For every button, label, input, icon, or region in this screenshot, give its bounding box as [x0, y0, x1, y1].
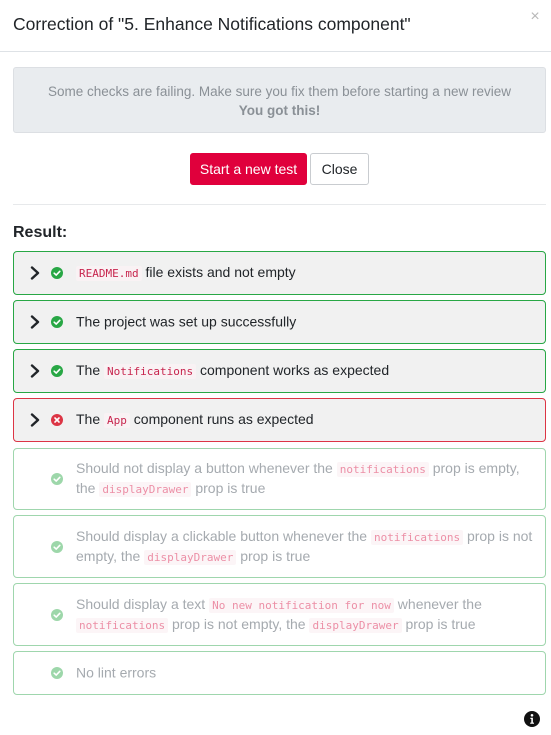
check-circle-icon — [51, 316, 63, 328]
check-row-readme[interactable]: README.md file exists and not empty — [13, 251, 546, 295]
alert-message: Some checks are failing. Make sure you f… — [48, 84, 511, 99]
times-circle-icon — [51, 414, 63, 426]
inline-code: Notifications — [104, 364, 197, 379]
check-row-notifications[interactable]: The Notifications component works as exp… — [13, 349, 546, 393]
modal-header: Correction of "5. Enhance Notifications … — [0, 0, 551, 52]
inline-code: README.md — [76, 266, 142, 281]
inline-code: notifications — [370, 529, 464, 545]
failing-checks-alert: Some checks are failing. Make sure you f… — [13, 67, 546, 133]
alert-emphasis: You got this! — [238, 103, 321, 118]
check-circle-icon — [51, 667, 63, 679]
subcheck-row: Should display a text No new notificatio… — [13, 583, 546, 646]
chevron-right-icon[interactable] — [29, 413, 41, 427]
check-circle-icon — [51, 608, 63, 621]
inline-code: displayDrawer — [99, 482, 192, 497]
check-label: README.md file exists and not empty — [76, 263, 533, 283]
close-button[interactable]: Close — [310, 153, 369, 185]
check-circle-icon — [51, 473, 63, 485]
close-icon[interactable]: × — [527, 9, 543, 25]
result-heading: Result: — [13, 224, 68, 241]
inline-code: displayDrawer — [144, 549, 237, 565]
action-buttons: Start a new test Close — [0, 153, 551, 185]
check-label: The Notifications component works as exp… — [76, 362, 390, 379]
inline-code: displayDrawer — [309, 617, 402, 633]
subcheck-label: Should not display a button whenever the… — [76, 460, 520, 497]
subcheck-label: Should display a text No new notificatio… — [76, 595, 482, 633]
subcheck-row: Should not display a button whenever the… — [13, 448, 546, 510]
info-circle-icon[interactable] — [524, 711, 540, 727]
divider — [13, 204, 546, 205]
check-circle-icon — [51, 365, 63, 377]
start-new-test-button[interactable]: Start a new test — [190, 153, 307, 185]
chevron-right-icon[interactable] — [29, 364, 41, 378]
check-circle-icon — [51, 267, 63, 279]
inline-code: notifications — [76, 617, 169, 633]
chevron-right-icon[interactable] — [29, 315, 41, 329]
subcheck-row: Should display a clickable button whenev… — [13, 515, 546, 578]
subcheck-row: No lint errors — [13, 651, 546, 695]
modal-title: Correction of "5. Enhance Notifications … — [13, 14, 411, 34]
check-circle-icon — [51, 540, 63, 553]
check-row-app[interactable]: The App component runs as expected — [13, 398, 546, 442]
inline-code: notifications — [336, 462, 429, 477]
check-label: The App component runs as expected — [76, 411, 314, 428]
inline-code: App — [104, 413, 130, 428]
inline-code: No new notification for now — [209, 597, 394, 613]
check-label: The project was set up successfully — [76, 313, 297, 330]
chevron-right-icon[interactable] — [29, 266, 41, 280]
subcheck-label: Should display a clickable button whenev… — [76, 527, 533, 565]
check-row-project-setup[interactable]: The project was set up successfully — [13, 300, 546, 344]
subcheck-label: No lint errors — [76, 664, 157, 681]
